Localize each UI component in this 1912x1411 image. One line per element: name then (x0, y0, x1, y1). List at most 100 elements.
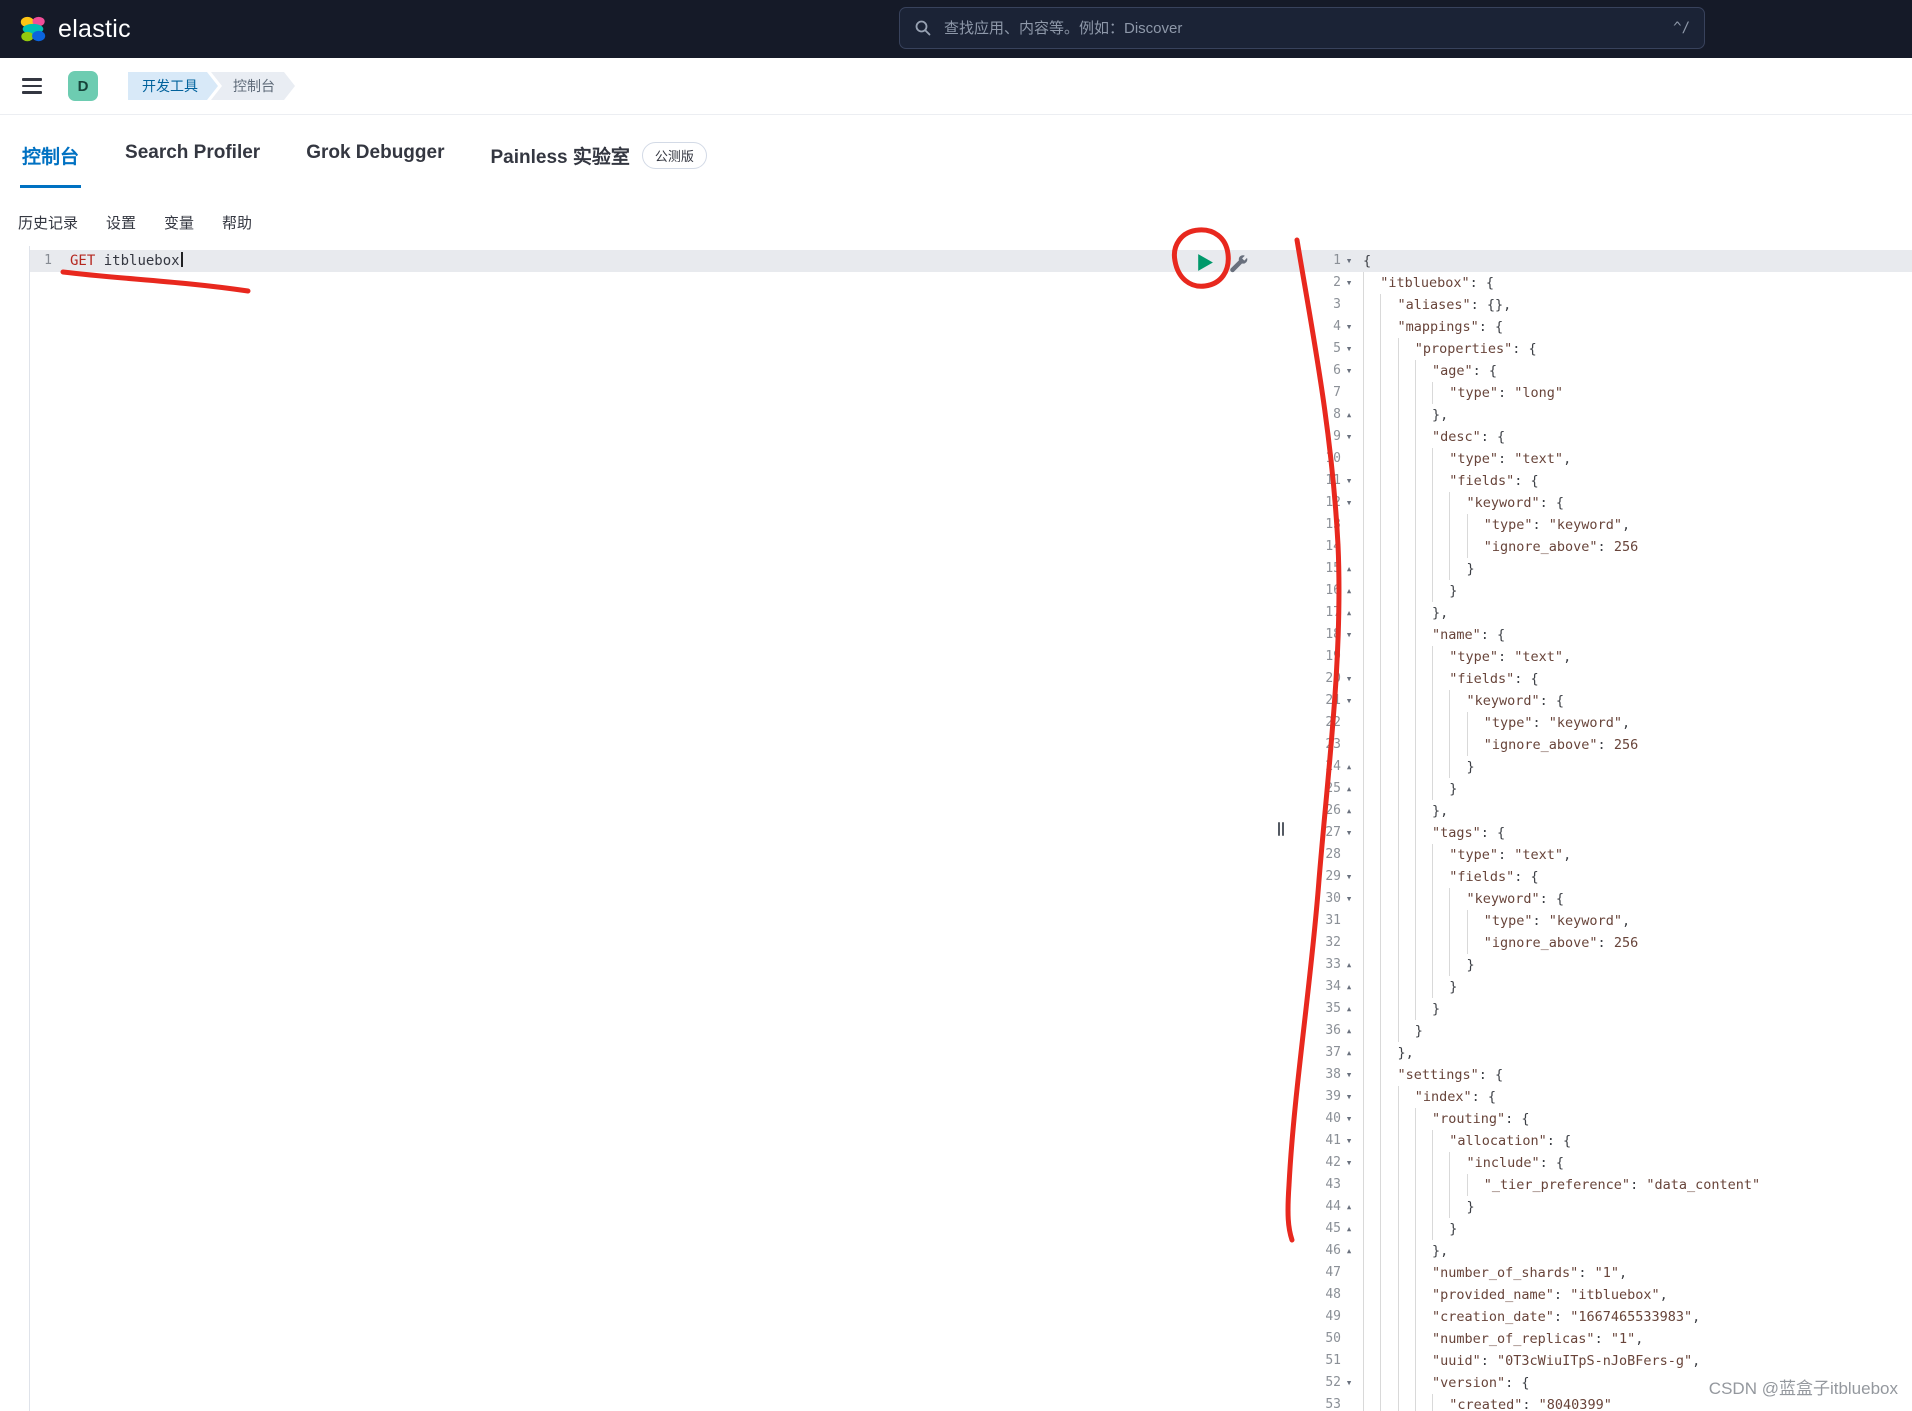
fold-collapse-icon[interactable]: ▾ (1341, 888, 1357, 910)
fold-expand-icon[interactable]: ▴ (1341, 800, 1357, 822)
response-line: 5▾"properties": { (1295, 338, 1912, 360)
response-line: 10"type": "text", (1295, 448, 1912, 470)
fold-spacer (1341, 1284, 1357, 1306)
fold-spacer (1341, 1350, 1357, 1372)
send-request-button[interactable] (1194, 252, 1215, 273)
response-line: 4▾"mappings": { (1295, 316, 1912, 338)
fold-collapse-icon[interactable]: ▾ (1341, 1108, 1357, 1130)
request-text[interactable]: GET itbluebox (52, 250, 183, 272)
response-line: 48"provided_name": "itbluebox", (1295, 1284, 1912, 1306)
line-number: 27 (1295, 822, 1341, 844)
fold-collapse-icon[interactable]: ▾ (1341, 1152, 1357, 1174)
fold-expand-icon[interactable]: ▴ (1341, 1240, 1357, 1262)
fold-spacer (1341, 712, 1357, 734)
tab-search-profiler[interactable]: Search Profiler (123, 142, 262, 180)
fold-expand-icon[interactable]: ▴ (1341, 1020, 1357, 1042)
space-avatar[interactable]: D (68, 71, 98, 101)
elastic-logo-icon (18, 14, 48, 44)
fold-expand-icon[interactable]: ▴ (1341, 1042, 1357, 1064)
fold-collapse-icon[interactable]: ▾ (1341, 1086, 1357, 1108)
response-code-text: } (1357, 558, 1475, 580)
fold-collapse-icon[interactable]: ▾ (1341, 470, 1357, 492)
fold-expand-icon[interactable]: ▴ (1341, 954, 1357, 976)
editor-line[interactable]: 1 GET itbluebox (30, 250, 1274, 272)
console-toolbar-settings[interactable]: 设置 (106, 208, 136, 237)
fold-spacer (1341, 1394, 1357, 1411)
fold-expand-icon[interactable]: ▴ (1341, 998, 1357, 1020)
response-code-text: "fields": { (1357, 668, 1539, 690)
fold-expand-icon[interactable]: ▴ (1341, 602, 1357, 624)
response-code-text: } (1357, 756, 1475, 778)
line-number: 15 (1295, 558, 1341, 580)
fold-expand-icon[interactable]: ▴ (1341, 778, 1357, 800)
fold-collapse-icon[interactable]: ▾ (1341, 822, 1357, 844)
line-number: 3 (1295, 294, 1341, 316)
fold-collapse-icon[interactable]: ▾ (1341, 492, 1357, 514)
line-number: 17 (1295, 602, 1341, 624)
fold-collapse-icon[interactable]: ▾ (1341, 1064, 1357, 1086)
fold-expand-icon[interactable]: ▴ (1341, 580, 1357, 602)
fold-expand-icon[interactable]: ▴ (1341, 976, 1357, 998)
elastic-logo[interactable]: elastic (0, 14, 131, 44)
menu-icon[interactable] (22, 78, 42, 94)
fold-collapse-icon[interactable]: ▾ (1341, 1130, 1357, 1152)
request-editor[interactable]: 1 GET itbluebox (30, 250, 1274, 1411)
line-number: 14 (1295, 536, 1341, 558)
fold-expand-icon[interactable]: ▴ (1341, 756, 1357, 778)
fold-expand-icon[interactable]: ▴ (1341, 1196, 1357, 1218)
console-toolbar-help[interactable]: 帮助 (222, 208, 252, 237)
search-input[interactable] (942, 19, 1663, 38)
fold-collapse-icon[interactable]: ▾ (1341, 316, 1357, 338)
fold-collapse-icon[interactable]: ▾ (1341, 668, 1357, 690)
response-code-text: "itbluebox": { (1357, 272, 1494, 294)
fold-expand-icon[interactable]: ▴ (1341, 1218, 1357, 1240)
response-code-text: "keyword": { (1357, 492, 1564, 514)
console-toolbar-variables[interactable]: 变量 (164, 208, 194, 237)
line-number: 28 (1295, 844, 1341, 866)
line-number: 35 (1295, 998, 1341, 1020)
response-code-text: "settings": { (1357, 1064, 1503, 1086)
tab-painless-lab[interactable]: Painless 实验室公测版 (489, 142, 709, 185)
response-code-text: "number_of_replicas": "1", (1357, 1328, 1643, 1350)
response-code-text: "tags": { (1357, 822, 1505, 844)
fold-spacer (1341, 734, 1357, 756)
breadcrumb-console[interactable]: 控制台 (211, 72, 295, 100)
response-code-text: "ignore_above": 256 (1357, 932, 1638, 954)
tab-console[interactable]: 控制台 (20, 142, 81, 188)
console-toolbar-history[interactable]: 历史记录 (18, 208, 78, 237)
response-line: 6▾"age": { (1295, 360, 1912, 382)
breadcrumb-dev-tools[interactable]: 开发工具 (128, 72, 218, 100)
fold-collapse-icon[interactable]: ▾ (1341, 624, 1357, 646)
response-code-text: "created": "8040399" (1357, 1394, 1612, 1411)
line-number: 48 (1295, 1284, 1341, 1306)
fold-collapse-icon[interactable]: ▾ (1341, 250, 1357, 272)
tab-grok-debugger[interactable]: Grok Debugger (304, 142, 446, 180)
response-code-text: "type": "keyword", (1357, 514, 1630, 536)
fold-collapse-icon[interactable]: ▾ (1341, 866, 1357, 888)
line-number: 1 (30, 250, 52, 272)
response-code-text: "type": "text", (1357, 646, 1571, 668)
fold-collapse-icon[interactable]: ▾ (1341, 690, 1357, 712)
response-line: 41▾"allocation": { (1295, 1130, 1912, 1152)
fold-collapse-icon[interactable]: ▾ (1341, 426, 1357, 448)
response-line: 3"aliases": {}, (1295, 294, 1912, 316)
response-viewer: 1▾{2▾"itbluebox": {3"aliases": {},4▾"map… (1295, 250, 1912, 1411)
fold-expand-icon[interactable]: ▴ (1341, 558, 1357, 580)
response-code-text: "type": "text", (1357, 448, 1571, 470)
pane-resizer[interactable] (1274, 246, 1288, 1411)
fold-collapse-icon[interactable]: ▾ (1341, 272, 1357, 294)
response-code-text: }, (1357, 800, 1448, 822)
response-line: 39▾"index": { (1295, 1086, 1912, 1108)
fold-expand-icon[interactable]: ▴ (1341, 404, 1357, 426)
fold-collapse-icon[interactable]: ▾ (1341, 1372, 1357, 1394)
response-code-text: "type": "keyword", (1357, 712, 1630, 734)
line-number: 40 (1295, 1108, 1341, 1130)
request-path: itbluebox (104, 253, 180, 269)
response-line: 1▾{ (1295, 250, 1912, 272)
response-line: 9▾"desc": { (1295, 426, 1912, 448)
fold-collapse-icon[interactable]: ▾ (1341, 360, 1357, 382)
response-line: 38▾"settings": { (1295, 1064, 1912, 1086)
fold-collapse-icon[interactable]: ▾ (1341, 338, 1357, 360)
request-options-icon[interactable] (1228, 253, 1248, 273)
global-search[interactable]: ^/ (899, 7, 1705, 49)
